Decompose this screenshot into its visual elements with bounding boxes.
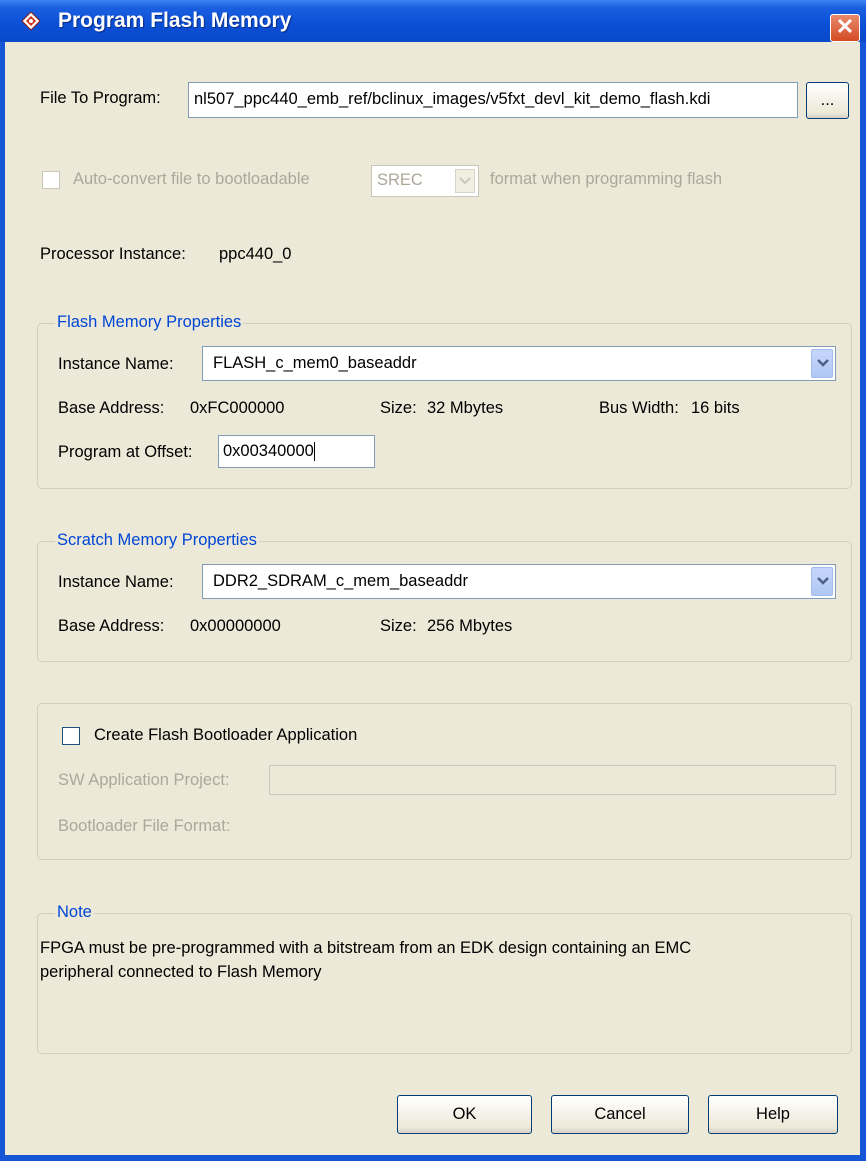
file-to-program-field[interactable]: nl507_ppc440_emb_ref/bclinux_images/v5fx…: [188, 82, 798, 118]
create-bootloader-checkbox[interactable]: [62, 727, 80, 745]
create-bootloader-label: Create Flash Bootloader Application: [94, 726, 358, 744]
sw-application-project-label: SW Application Project:: [58, 771, 230, 789]
text-cursor: [313, 442, 315, 462]
browse-label: ...: [820, 91, 835, 109]
auto-convert-checkbox[interactable]: [42, 171, 60, 189]
help-button[interactable]: Help: [708, 1095, 838, 1134]
scratch-group-title: Scratch Memory Properties: [55, 531, 259, 550]
sw-application-project-field[interactable]: [269, 765, 836, 795]
scratch-base-address-label: Base Address:: [58, 617, 165, 635]
scratch-instance-value: DDR2_SDRAM_c_mem_baseaddr: [213, 572, 468, 590]
program-offset-label: Program at Offset:: [58, 443, 193, 461]
note-line-2: peripheral connected to Flash Memory: [40, 963, 322, 981]
flash-size-value: 32 Mbytes: [427, 399, 504, 417]
chevron-down-icon[interactable]: [811, 349, 833, 378]
flash-group-title: Flash Memory Properties: [55, 313, 244, 332]
note-line-1: FPGA must be pre-programmed with a bitst…: [40, 939, 692, 957]
scratch-instance-name-label: Instance Name:: [58, 573, 174, 591]
flash-instance-value: FLASH_c_mem0_baseaddr: [213, 354, 417, 372]
xilinx-logo-icon: [21, 11, 41, 31]
cancel-button[interactable]: Cancel: [551, 1095, 689, 1134]
file-path-value: nl507_ppc440_emb_ref/bclinux_images/v5fx…: [194, 90, 711, 108]
processor-instance-value: ppc440_0: [219, 245, 292, 263]
program-flash-memory-dialog: Program Flash Memory ✕ File To Program: …: [0, 0, 866, 1161]
scratch-instance-name-select[interactable]: DDR2_SDRAM_c_mem_baseaddr: [202, 564, 836, 599]
format-dropdown-arrow-icon: [455, 169, 475, 193]
flash-base-address-value: 0xFC000000: [190, 399, 285, 417]
scratch-size-value: 256 Mbytes: [427, 617, 513, 635]
processor-instance-label: Processor Instance:: [40, 245, 186, 263]
close-icon: ✕: [835, 14, 855, 39]
ok-label: OK: [452, 1105, 477, 1123]
bootloader-file-format-label: Bootloader File Format:: [58, 817, 231, 835]
window-title: Program Flash Memory: [58, 9, 292, 32]
scratch-base-address-value: 0x00000000: [190, 617, 281, 635]
format-suffix-label: format when programming flash: [490, 170, 723, 188]
auto-convert-label: Auto-convert file to bootloadable: [73, 170, 310, 188]
scratch-size-label: Size:: [380, 617, 417, 635]
format-value: SREC: [377, 171, 423, 189]
flash-bus-width-value: 16 bits: [691, 399, 740, 417]
flash-instance-name-label: Instance Name:: [58, 355, 174, 373]
bootloadable-format-select[interactable]: SREC: [371, 165, 479, 197]
close-button[interactable]: ✕: [830, 14, 860, 42]
flash-base-address-label: Base Address:: [58, 399, 165, 417]
note-group-title: Note: [55, 903, 94, 922]
note-group: [37, 913, 852, 1054]
program-offset-value: 0x00340000: [223, 442, 314, 460]
flash-instance-name-select[interactable]: FLASH_c_mem0_baseaddr: [202, 346, 836, 381]
flash-bus-width-label: Bus Width:: [599, 399, 679, 417]
help-label: Help: [756, 1105, 790, 1123]
ok-button[interactable]: OK: [397, 1095, 532, 1134]
program-offset-input[interactable]: 0x00340000: [218, 435, 375, 468]
scratch-memory-properties-group: [37, 541, 852, 662]
chevron-down-icon[interactable]: [811, 567, 833, 596]
title-bar[interactable]: Program Flash Memory ✕: [0, 0, 866, 42]
flash-size-label: Size:: [380, 399, 417, 417]
file-to-program-label: File To Program:: [40, 89, 161, 107]
browse-button[interactable]: ...: [806, 82, 849, 119]
cancel-label: Cancel: [594, 1105, 646, 1123]
